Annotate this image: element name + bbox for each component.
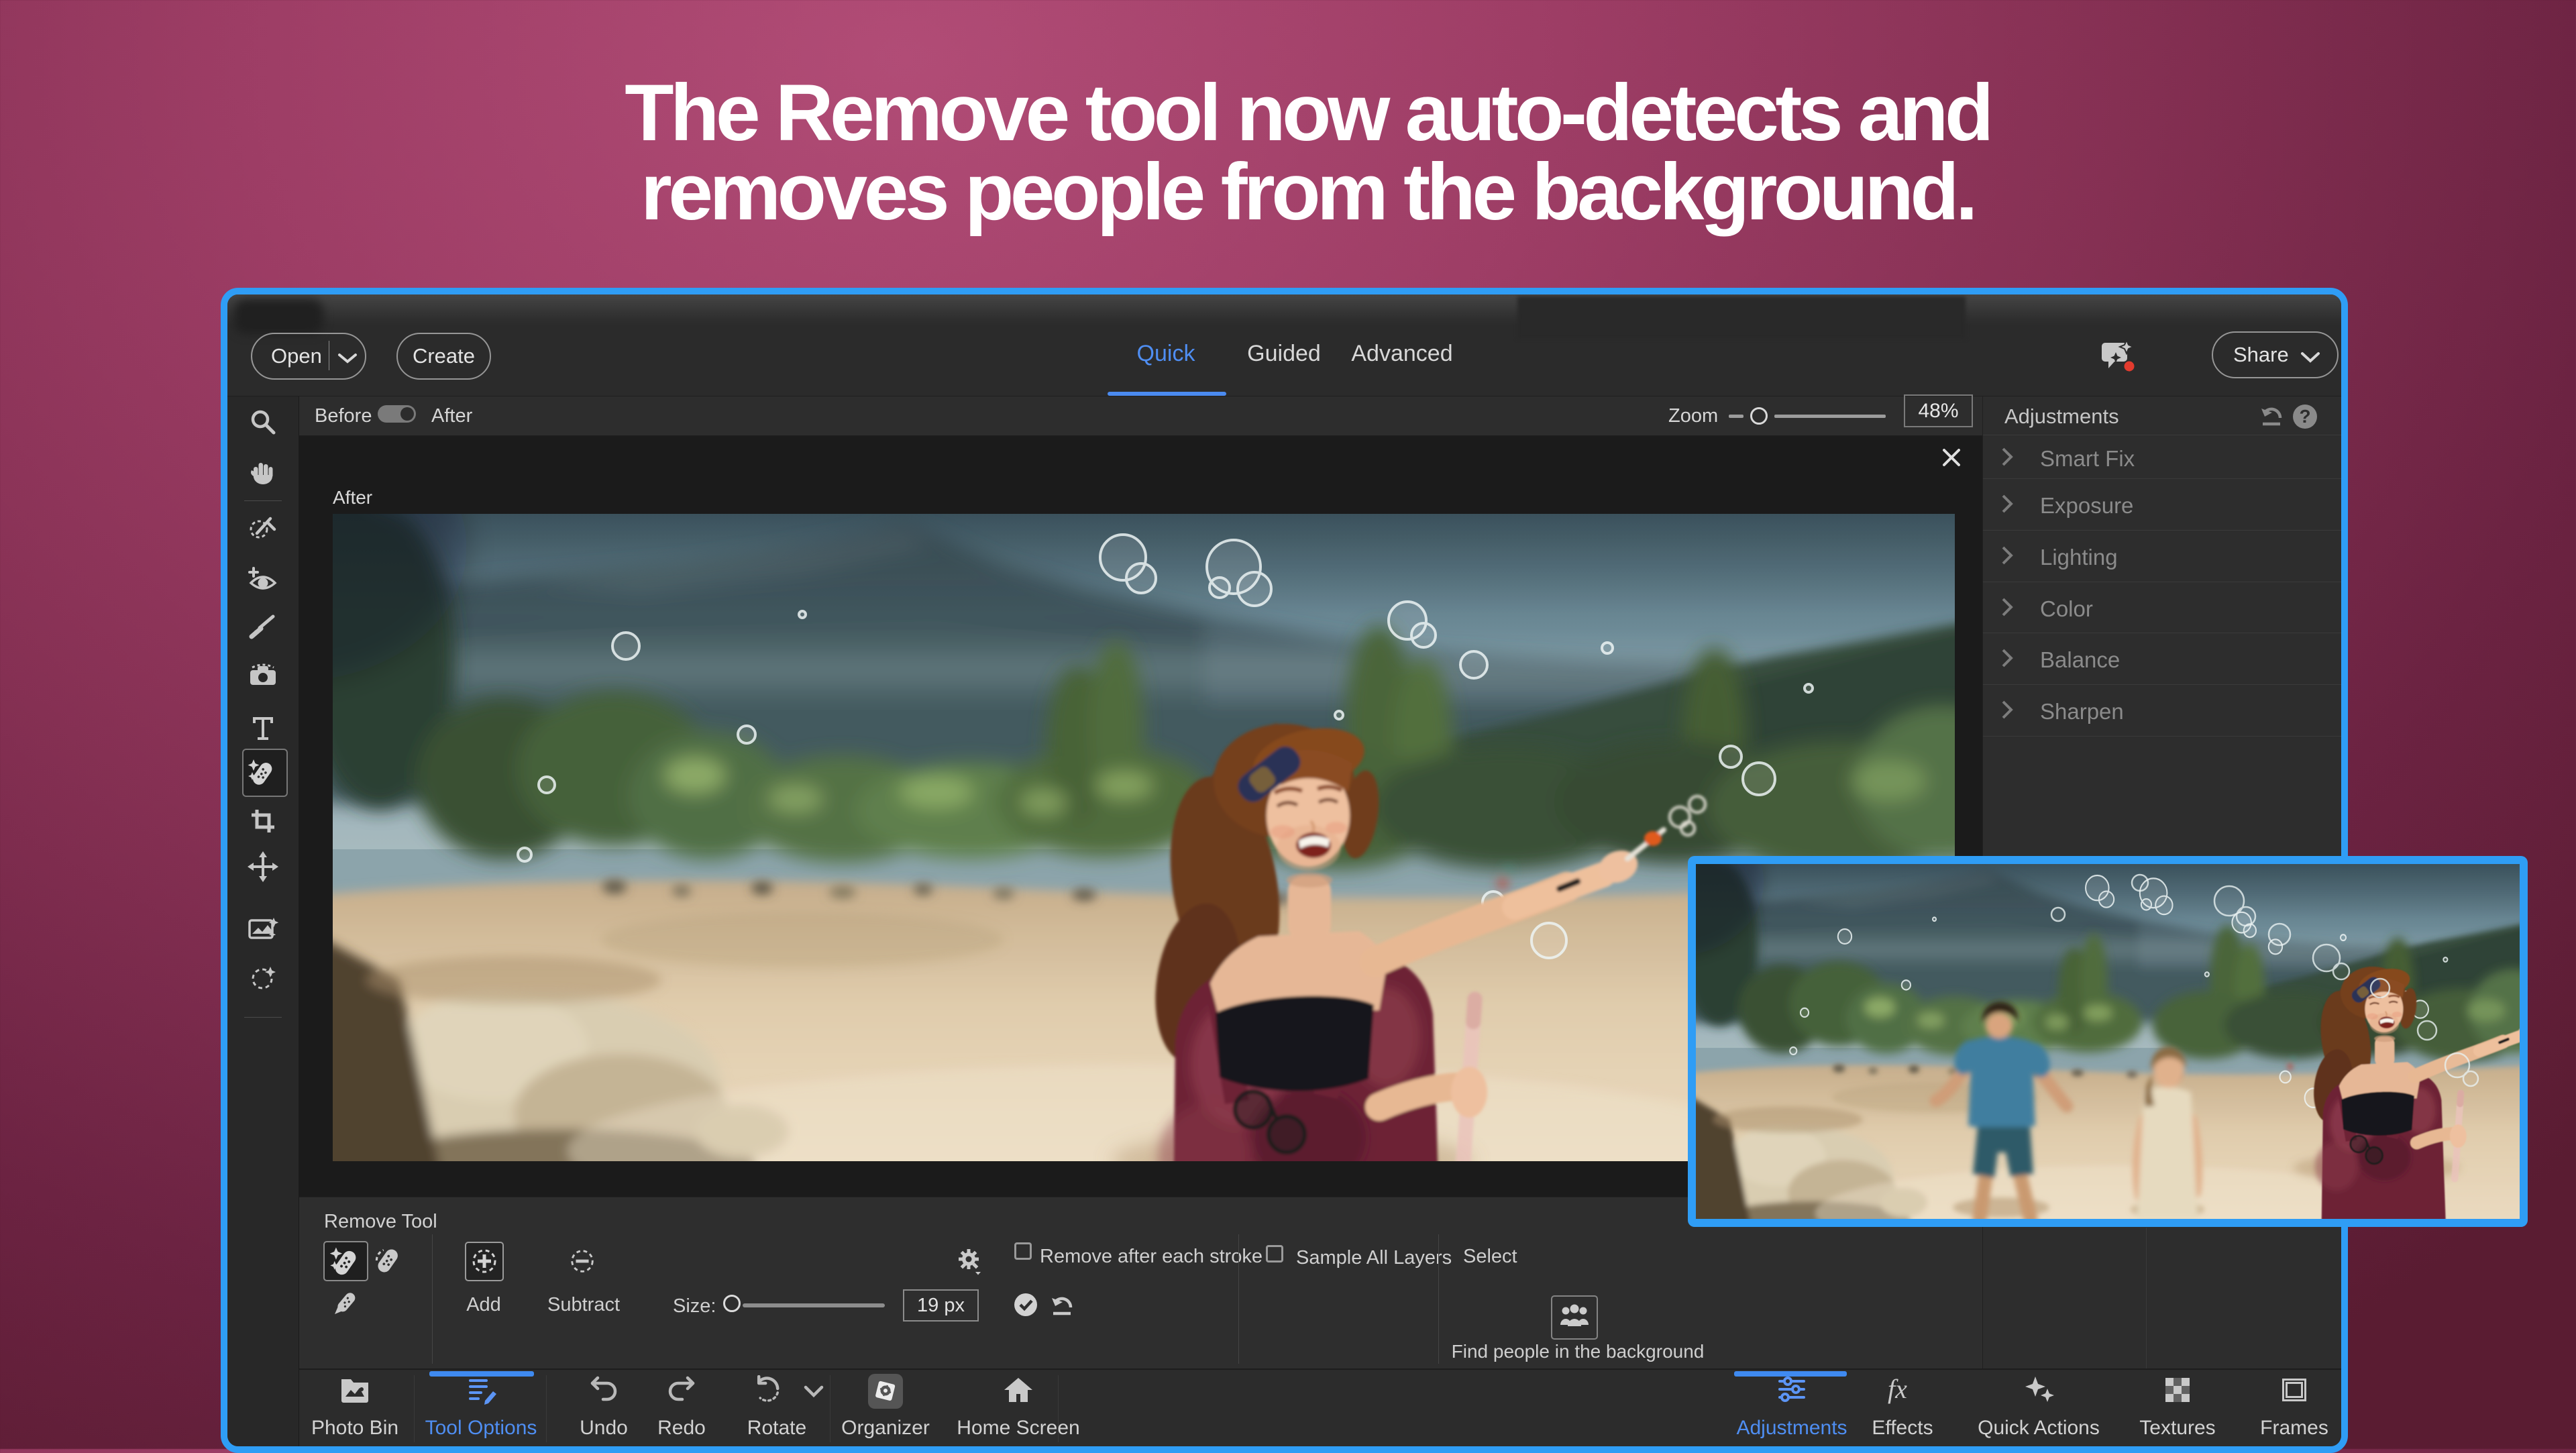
- svg-text:fx: fx: [1888, 1375, 1907, 1404]
